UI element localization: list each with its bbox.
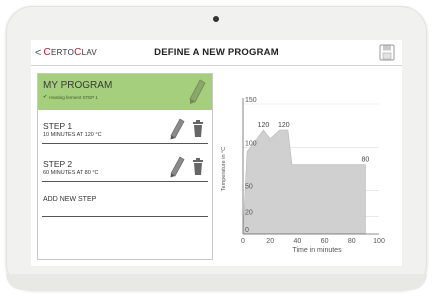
x-tick-label: 20 [266, 238, 274, 245]
program-name: MY PROGRAM [43, 80, 113, 91]
app-screen: < CERTOCLAV DEFINE A NEW PROGRAM MY PROG… [31, 40, 402, 266]
camera-dot [213, 16, 219, 22]
x-tick-label: 60 [321, 238, 329, 245]
step-label: STEP 2 [43, 159, 73, 169]
divider [42, 180, 208, 182]
trash-icon[interactable] [192, 119, 204, 138]
x-tick-label: 0 [241, 238, 245, 245]
y-tick-label: 0 [245, 227, 249, 234]
x-tick-label: 40 [294, 238, 302, 245]
check-icon: ✔ [43, 94, 48, 100]
data-label: 120 [258, 122, 270, 129]
data-label: 80 [362, 157, 370, 164]
add-step-button[interactable]: ADD NEW STEP [38, 186, 212, 222]
temperature-area [242, 129, 366, 235]
step-detail: 60 MINUTES AT 80 °C [43, 170, 99, 176]
program-subtitle: ✔ Heating ferment STEP 1 [43, 94, 98, 100]
x-tick-label: 100 [373, 238, 385, 245]
step-detail: 10 MINUTES AT 120 °C [43, 132, 102, 138]
divider [42, 142, 208, 144]
y-tick-label: 50 [245, 184, 253, 191]
y-tick-label: 150 [245, 97, 257, 104]
y-tick-label: 100 [245, 140, 257, 147]
step-label: STEP 1 [43, 121, 73, 131]
top-bar: < CERTOCLAV DEFINE A NEW PROGRAM [31, 40, 402, 66]
pencil-icon[interactable] [188, 79, 206, 105]
data-label: 120 [278, 122, 290, 129]
save-icon[interactable] [379, 44, 395, 61]
add-step-label: ADD NEW STEP [43, 196, 97, 203]
trash-icon[interactable] [192, 157, 204, 176]
y-axis-label: Temperature in °C [221, 147, 227, 191]
pencil-icon[interactable] [169, 156, 185, 178]
program-header[interactable]: MY PROGRAM ✔ Heating ferment STEP 1 [38, 74, 212, 110]
program-steps-panel: MY PROGRAM ✔ Heating ferment STEP 1 STEP… [37, 73, 213, 260]
step-row[interactable]: STEP 1 10 MINUTES AT 120 °C [38, 112, 212, 150]
pencil-icon[interactable] [169, 118, 185, 140]
divider [42, 215, 208, 217]
x-axis-label: Time in minutes [292, 247, 342, 254]
page-title: DEFINE A NEW PROGRAM [154, 47, 279, 58]
x-tick-label: 80 [348, 238, 356, 245]
chart-svg: 0 20 40 60 80 100 0 20 50 100 150 120 120 80 Time i… [221, 97, 385, 254]
y-tick-label: 20 [245, 210, 253, 217]
step-row[interactable]: STEP 2 60 MINUTES AT 80 °C [38, 150, 212, 188]
x-tick-labels: 0 20 40 60 80 100 [241, 238, 385, 245]
tablet-bezel-bottom [6, 274, 427, 290]
temperature-chart: 0 20 40 60 80 100 0 20 50 100 150 120 120 80 Time i… [219, 72, 401, 260]
